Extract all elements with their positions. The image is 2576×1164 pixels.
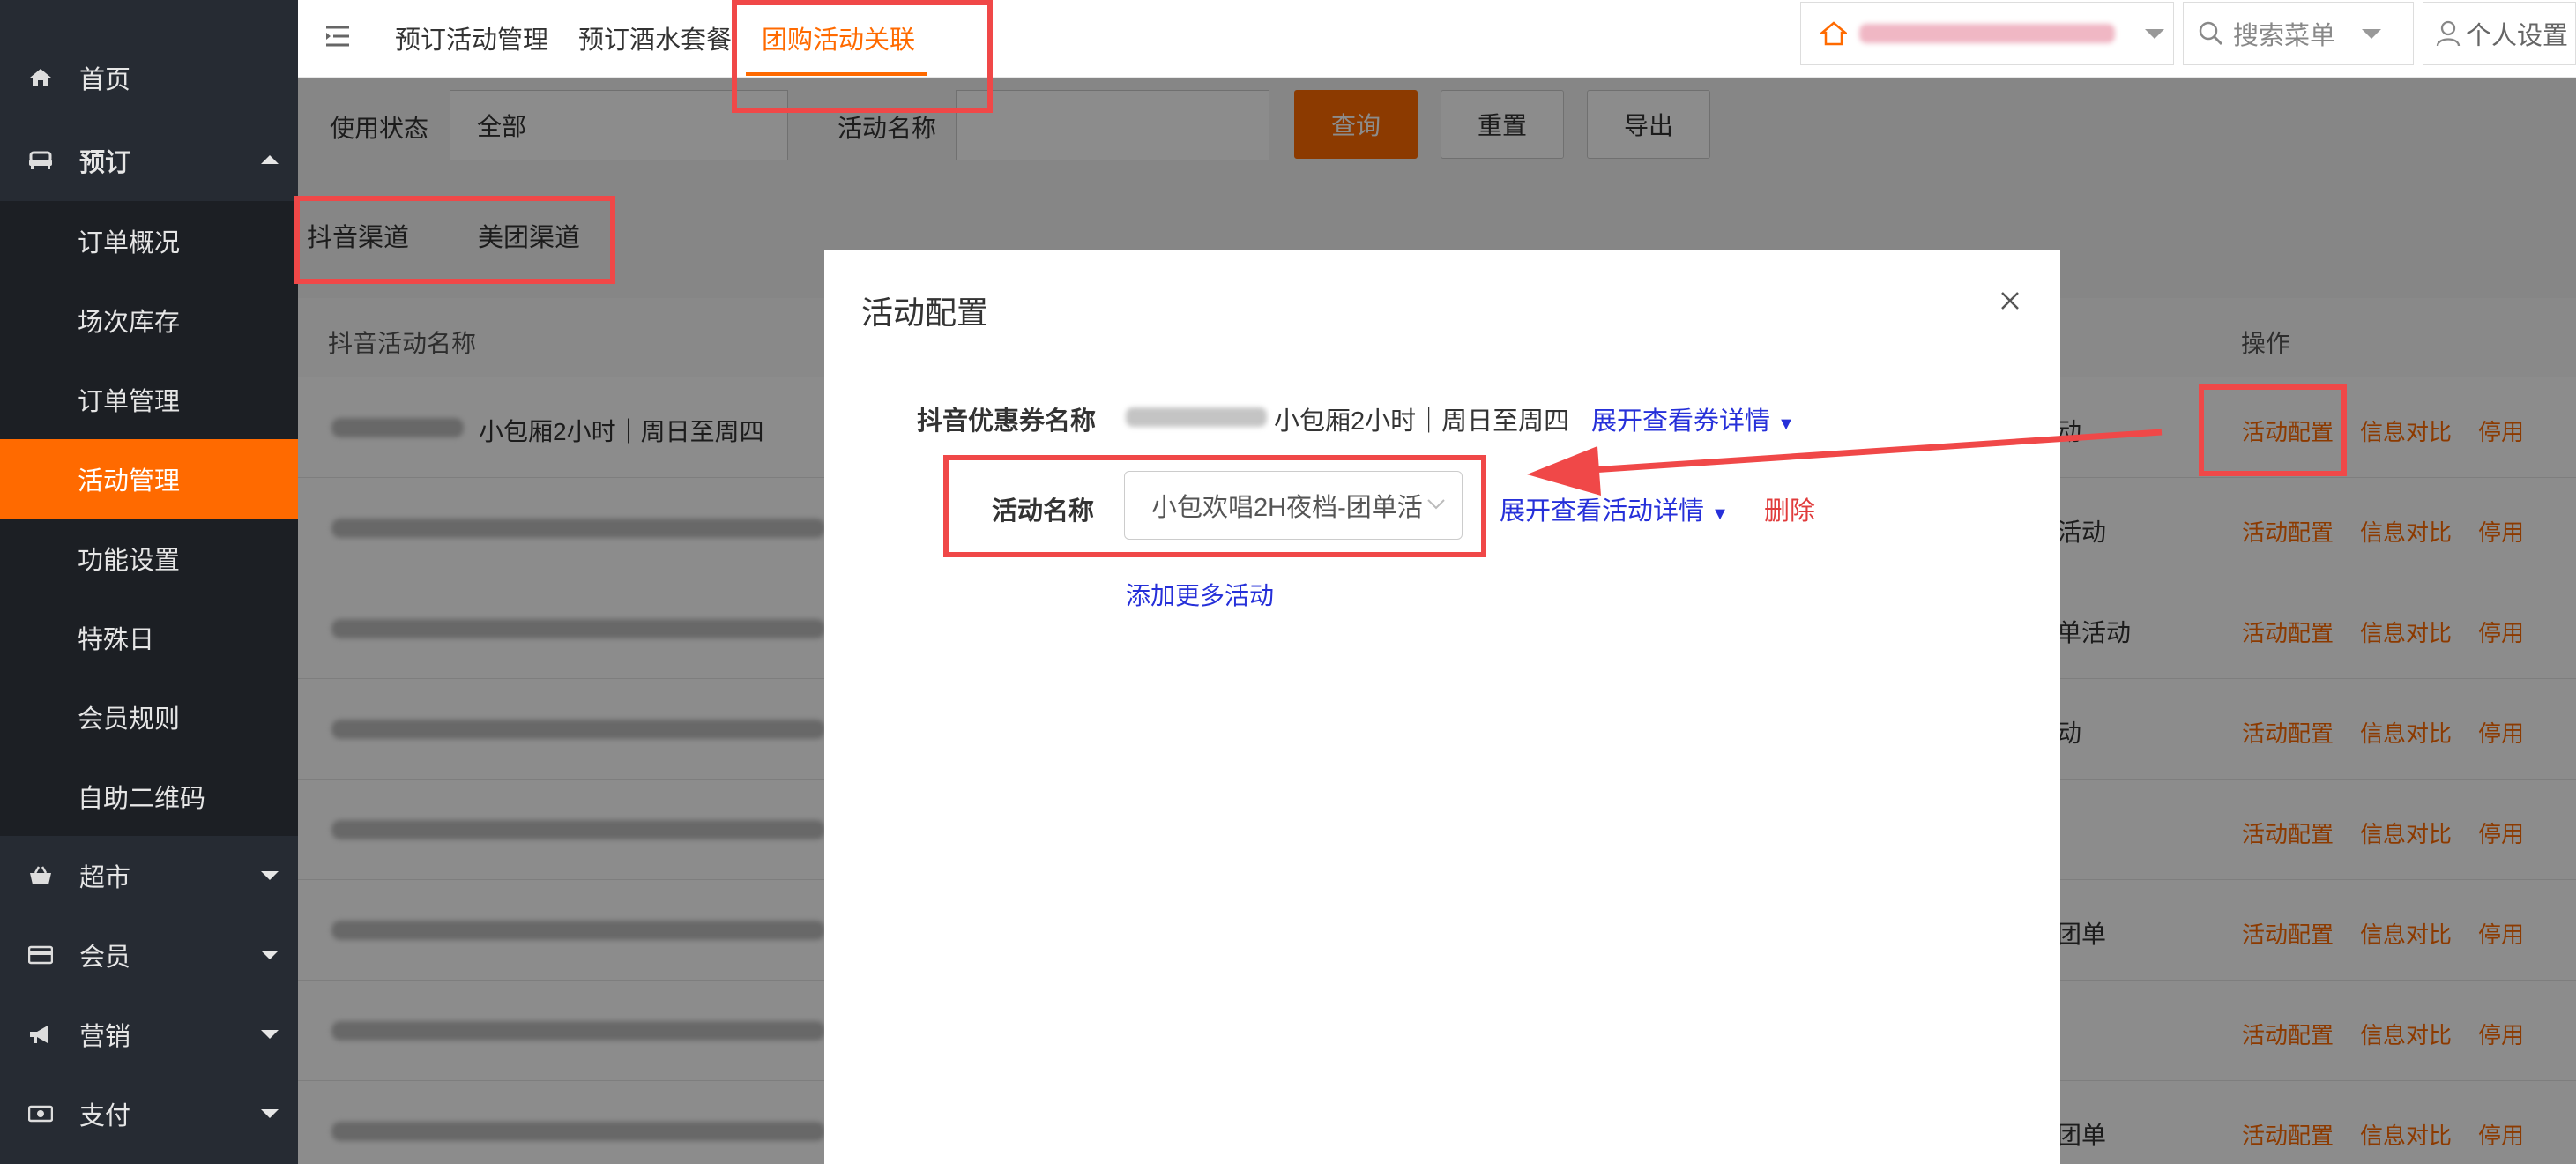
basket-icon bbox=[26, 862, 55, 890]
personal-settings-button[interactable]: 个人设置 bbox=[2423, 2, 2576, 65]
sidebar-item-payment[interactable]: 支付 bbox=[0, 1074, 298, 1153]
sidebar-item-label: 会员 bbox=[79, 944, 131, 972]
sidebar-item-label: 功能设置 bbox=[78, 547, 181, 575]
sidebar-item-member[interactable]: 会员 bbox=[0, 915, 298, 995]
expand-coupon-details-label: 展开查看券详情 bbox=[1591, 407, 1771, 436]
sidebar-item-label: 订单管理 bbox=[78, 388, 181, 416]
modal-title: 活动配置 bbox=[861, 295, 989, 331]
store-selector[interactable] bbox=[1800, 2, 2174, 65]
add-more-activity-link[interactable]: 添加更多活动 bbox=[1126, 577, 1274, 612]
sidebar-item-label: 自助二维码 bbox=[78, 785, 206, 813]
sidebar-item-label: 特殊日 bbox=[78, 626, 155, 654]
store-name-redacted bbox=[1859, 24, 2115, 43]
highlight-box-tab bbox=[732, 0, 993, 113]
sidebar-item-label: 首页 bbox=[79, 66, 131, 94]
highlight-box-activity-name bbox=[943, 455, 1486, 557]
sidebar-item-marketing[interactable]: 营销 bbox=[0, 995, 298, 1074]
chevron-down-icon bbox=[261, 951, 279, 959]
home-icon bbox=[26, 63, 55, 92]
user-icon bbox=[2436, 20, 2461, 47]
booking-submenu: 订单概况 场次库存 订单管理 活动管理 功能设置 特殊日 会员规则 自助二维码 bbox=[0, 201, 298, 836]
sidebar-item-order-management[interactable]: 订单管理 bbox=[0, 360, 298, 439]
highlight-box-channels bbox=[294, 196, 615, 284]
sidebar: 首页 预订 订单概况 场次库存 订单管理 活动管理 功能设置 特殊日 会员规则 … bbox=[0, 0, 298, 1164]
chevron-up-icon bbox=[261, 155, 279, 164]
home-icon bbox=[1820, 21, 1847, 46]
personal-settings-label: 个人设置 bbox=[2466, 22, 2569, 50]
sidebar-item-special-days[interactable]: 特殊日 bbox=[0, 598, 298, 677]
sidebar-item-function-settings[interactable]: 功能设置 bbox=[0, 519, 298, 598]
caret-down-icon: ▼ bbox=[1711, 504, 1729, 524]
sidebar-item-label: 超市 bbox=[79, 864, 131, 892]
sidebar-item-self-qrcode[interactable]: 自助二维码 bbox=[0, 757, 298, 836]
search-menu-box[interactable]: 搜索菜单 bbox=[2183, 2, 2414, 65]
coupon-name-label: 抖音优惠券名称 bbox=[917, 407, 1097, 436]
chevron-down-icon bbox=[261, 1109, 279, 1118]
chevron-down-icon bbox=[261, 871, 279, 880]
sidebar-item-member-rules[interactable]: 会员规则 bbox=[0, 677, 298, 757]
expand-activity-details-label: 展开查看活动详情 bbox=[1500, 497, 1705, 526]
money-icon bbox=[26, 1100, 55, 1128]
sidebar-item-label: 会员规则 bbox=[78, 705, 181, 734]
sidebar-item-label: 营销 bbox=[79, 1023, 131, 1051]
close-icon[interactable] bbox=[1997, 287, 2023, 314]
menu-toggle-icon[interactable] bbox=[324, 23, 351, 49]
megaphone-icon bbox=[26, 1020, 55, 1048]
chevron-down-icon bbox=[2362, 28, 2382, 39]
delete-activity-link[interactable]: 删除 bbox=[1764, 490, 1815, 527]
coupon-name-value: 小包厢2小时｜周日至周四 bbox=[1274, 407, 1570, 436]
sidebar-item-label: 预订 bbox=[79, 149, 131, 177]
highlight-box-activity-config bbox=[2199, 384, 2347, 476]
sidebar-item-home[interactable]: 首页 bbox=[0, 35, 298, 120]
search-icon bbox=[2199, 21, 2223, 46]
expand-activity-details-link[interactable]: 展开查看活动详情 ▼ bbox=[1500, 490, 1729, 527]
sidebar-item-label: 活动管理 bbox=[78, 467, 181, 496]
redacted-text bbox=[1126, 407, 1267, 427]
sidebar-item-supermarket[interactable]: 超市 bbox=[0, 836, 298, 915]
sofa-icon bbox=[26, 146, 55, 175]
chevron-down-icon bbox=[2145, 28, 2164, 39]
search-menu-label: 搜索菜单 bbox=[2233, 22, 2336, 50]
sidebar-item-label: 订单概况 bbox=[78, 229, 181, 257]
activity-config-modal: 活动配置 抖音优惠券名称 小包厢2小时｜周日至周四 展开查看券详情 ▼ 活动名称… bbox=[824, 250, 2060, 1164]
top-bar: 预订活动管理 预订酒水套餐 团购活动关联 搜索菜单 个人设置 bbox=[298, 0, 2576, 78]
tab-booking-activity[interactable]: 预订活动管理 bbox=[395, 19, 548, 56]
logo bbox=[0, 0, 298, 35]
tab-booking-drinks[interactable]: 预订酒水套餐 bbox=[578, 19, 732, 56]
card-icon bbox=[26, 941, 55, 969]
sidebar-item-booking[interactable]: 预订 bbox=[0, 120, 298, 201]
sidebar-item-label: 场次库存 bbox=[78, 309, 181, 337]
sidebar-item-activity-management[interactable]: 活动管理 bbox=[0, 439, 298, 519]
expand-coupon-details-link[interactable]: 展开查看券详情 ▼ bbox=[1591, 400, 1795, 437]
sidebar-item-order-overview[interactable]: 订单概况 bbox=[0, 201, 298, 280]
sidebar-item-label: 支付 bbox=[79, 1102, 131, 1130]
chevron-down-icon bbox=[261, 1030, 279, 1039]
sidebar-item-session-stock[interactable]: 场次库存 bbox=[0, 280, 298, 360]
caret-down-icon: ▼ bbox=[1777, 414, 1795, 434]
